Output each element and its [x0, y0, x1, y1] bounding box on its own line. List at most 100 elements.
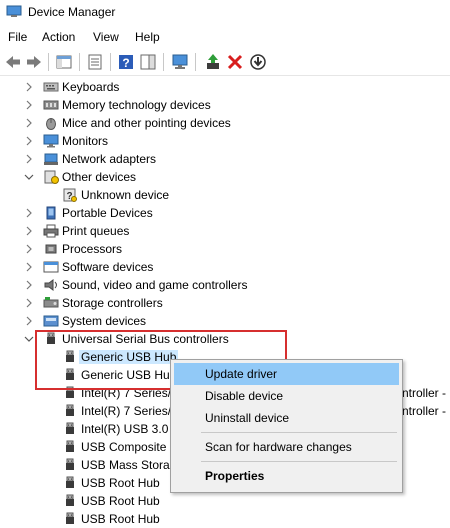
tree-row-label-tail: ntroller - 1	[402, 404, 450, 418]
tree-row[interactable]: Mice and other pointing devices	[0, 114, 450, 132]
tree-row[interactable]: Memory technology devices	[0, 96, 450, 114]
tree-row-label: Keyboards	[62, 80, 120, 94]
memory-card-icon	[43, 98, 59, 112]
tree-row[interactable]: Portable Devices	[0, 204, 450, 222]
tree-row-label: Print queues	[62, 224, 130, 238]
tree-row-label: USB Composite D	[81, 440, 179, 454]
chevron-right-icon[interactable]	[24, 280, 34, 290]
tree-row[interactable]: Sound, video and game controllers	[0, 276, 450, 294]
context-separator	[201, 432, 397, 433]
usb-icon	[62, 458, 78, 472]
tree-row[interactable]: Monitors	[0, 132, 450, 150]
tree-row-label: USB Root Hub	[81, 512, 160, 526]
tree-row[interactable]: Storage controllers	[0, 294, 450, 312]
properties-sheet-icon[interactable]	[86, 53, 104, 71]
tree-row-label: Unknown device	[81, 188, 170, 202]
context-scan-hardware[interactable]: Scan for hardware changes	[174, 436, 399, 458]
toolbar: ?	[0, 49, 450, 76]
chevron-right-icon[interactable]	[24, 136, 34, 146]
chevron-right-icon[interactable]	[24, 298, 34, 308]
menu-bar: File Action View Help	[0, 27, 450, 47]
toolbar-separator	[79, 53, 80, 71]
tree-row-label-tail: ntroller - 1	[402, 386, 450, 400]
tree-row-label: Storage controllers	[62, 296, 163, 310]
tree-row-label: Mice and other pointing devices	[62, 116, 231, 130]
usb-icon	[62, 404, 78, 418]
toolbar-separator	[110, 53, 111, 71]
context-update-driver[interactable]: Update driver	[174, 363, 399, 385]
tree-row[interactable]: Processors	[0, 240, 450, 258]
show-hide-console-tree-icon[interactable]	[55, 53, 73, 71]
chevron-right-icon[interactable]	[24, 100, 34, 110]
chevron-right-icon[interactable]	[24, 154, 34, 164]
tree-row-label: Network adapters	[62, 152, 157, 166]
tree-row[interactable]: Print queues	[0, 222, 450, 240]
tree-row[interactable]: USB Root Hub	[0, 492, 450, 510]
speaker-icon	[43, 278, 59, 292]
context-separator	[201, 461, 397, 462]
context-item-label: Uninstall device	[205, 411, 290, 425]
tree-row-label: Intel(R) 7 Series/C	[81, 404, 180, 418]
monitor-icon	[43, 134, 59, 148]
printer-icon	[43, 224, 59, 238]
tree-row-label: Memory technology devices	[62, 98, 211, 112]
chevron-right-icon[interactable]	[24, 244, 34, 254]
tree-row[interactable]: USB Root Hub	[0, 510, 450, 528]
uninstall-x-icon[interactable]	[226, 53, 244, 71]
menu-file[interactable]: File	[8, 30, 27, 44]
usb-icon	[62, 422, 78, 436]
storage-controller-icon	[43, 296, 59, 310]
usb-icon	[62, 512, 78, 526]
tree-row[interactable]: Software devices	[0, 258, 450, 276]
context-disable-device[interactable]: Disable device	[174, 385, 399, 407]
context-properties[interactable]: Properties	[174, 465, 399, 487]
chevron-right-icon[interactable]	[24, 118, 34, 128]
chevron-right-icon[interactable]	[24, 262, 34, 272]
forward-arrow-icon[interactable]	[25, 53, 43, 71]
update-driver-icon[interactable]	[204, 53, 222, 71]
tree-row[interactable]: ? Unknown device	[0, 186, 450, 204]
mouse-icon	[43, 116, 59, 130]
context-item-label: Disable device	[205, 389, 284, 403]
context-uninstall-device[interactable]: Uninstall device	[174, 407, 399, 429]
back-arrow-icon[interactable]	[4, 53, 22, 71]
context-menu: Update driver Disable device Uninstall d…	[170, 359, 403, 493]
action-pane-icon[interactable]	[139, 53, 157, 71]
device-manager-app-icon	[6, 5, 22, 17]
menu-action[interactable]: Action	[42, 30, 75, 44]
tree-row-label: USB Mass Storag	[81, 458, 177, 472]
toolbar-separator	[195, 53, 196, 71]
network-adapter-icon	[43, 152, 59, 166]
scan-hardware-monitor-icon[interactable]	[171, 53, 189, 71]
portable-device-icon	[43, 206, 59, 220]
chevron-right-icon[interactable]	[24, 82, 34, 92]
tree-row-label: Other devices	[62, 170, 137, 184]
tree-row-label: USB Root Hub	[81, 494, 160, 508]
chevron-right-icon[interactable]	[24, 208, 34, 218]
processor-icon	[43, 242, 59, 256]
tree-row-label: Processors	[62, 242, 123, 256]
chevron-right-icon[interactable]	[24, 226, 34, 236]
system-device-icon	[43, 314, 59, 328]
tree-row[interactable]: Network adapters	[0, 150, 450, 168]
menu-help[interactable]: Help	[135, 30, 160, 44]
tree-row-label: Portable Devices	[62, 206, 153, 220]
software-device-icon	[43, 260, 59, 274]
tree-row[interactable]: System devices	[0, 312, 450, 330]
download-driver-icon[interactable]	[249, 53, 267, 71]
chevron-down-icon[interactable]	[24, 172, 34, 182]
menu-view[interactable]: View	[93, 30, 119, 44]
toolbar-separator	[48, 53, 49, 71]
tree-row[interactable]: Keyboards	[0, 78, 450, 96]
tree-row-label: Intel(R) USB 3.0 e	[81, 422, 179, 436]
context-item-label: Scan for hardware changes	[205, 440, 352, 454]
svg-text:?: ?	[122, 56, 129, 70]
usb-icon	[62, 476, 78, 490]
chevron-right-icon[interactable]	[24, 316, 34, 326]
tree-row[interactable]: Other devices	[0, 168, 450, 186]
tree-row-label: Software devices	[62, 260, 154, 274]
other-devices-icon	[43, 170, 59, 184]
tree-row-label: System devices	[62, 314, 147, 328]
chevron-down-icon[interactable]	[24, 334, 34, 344]
help-icon[interactable]: ?	[117, 53, 135, 71]
